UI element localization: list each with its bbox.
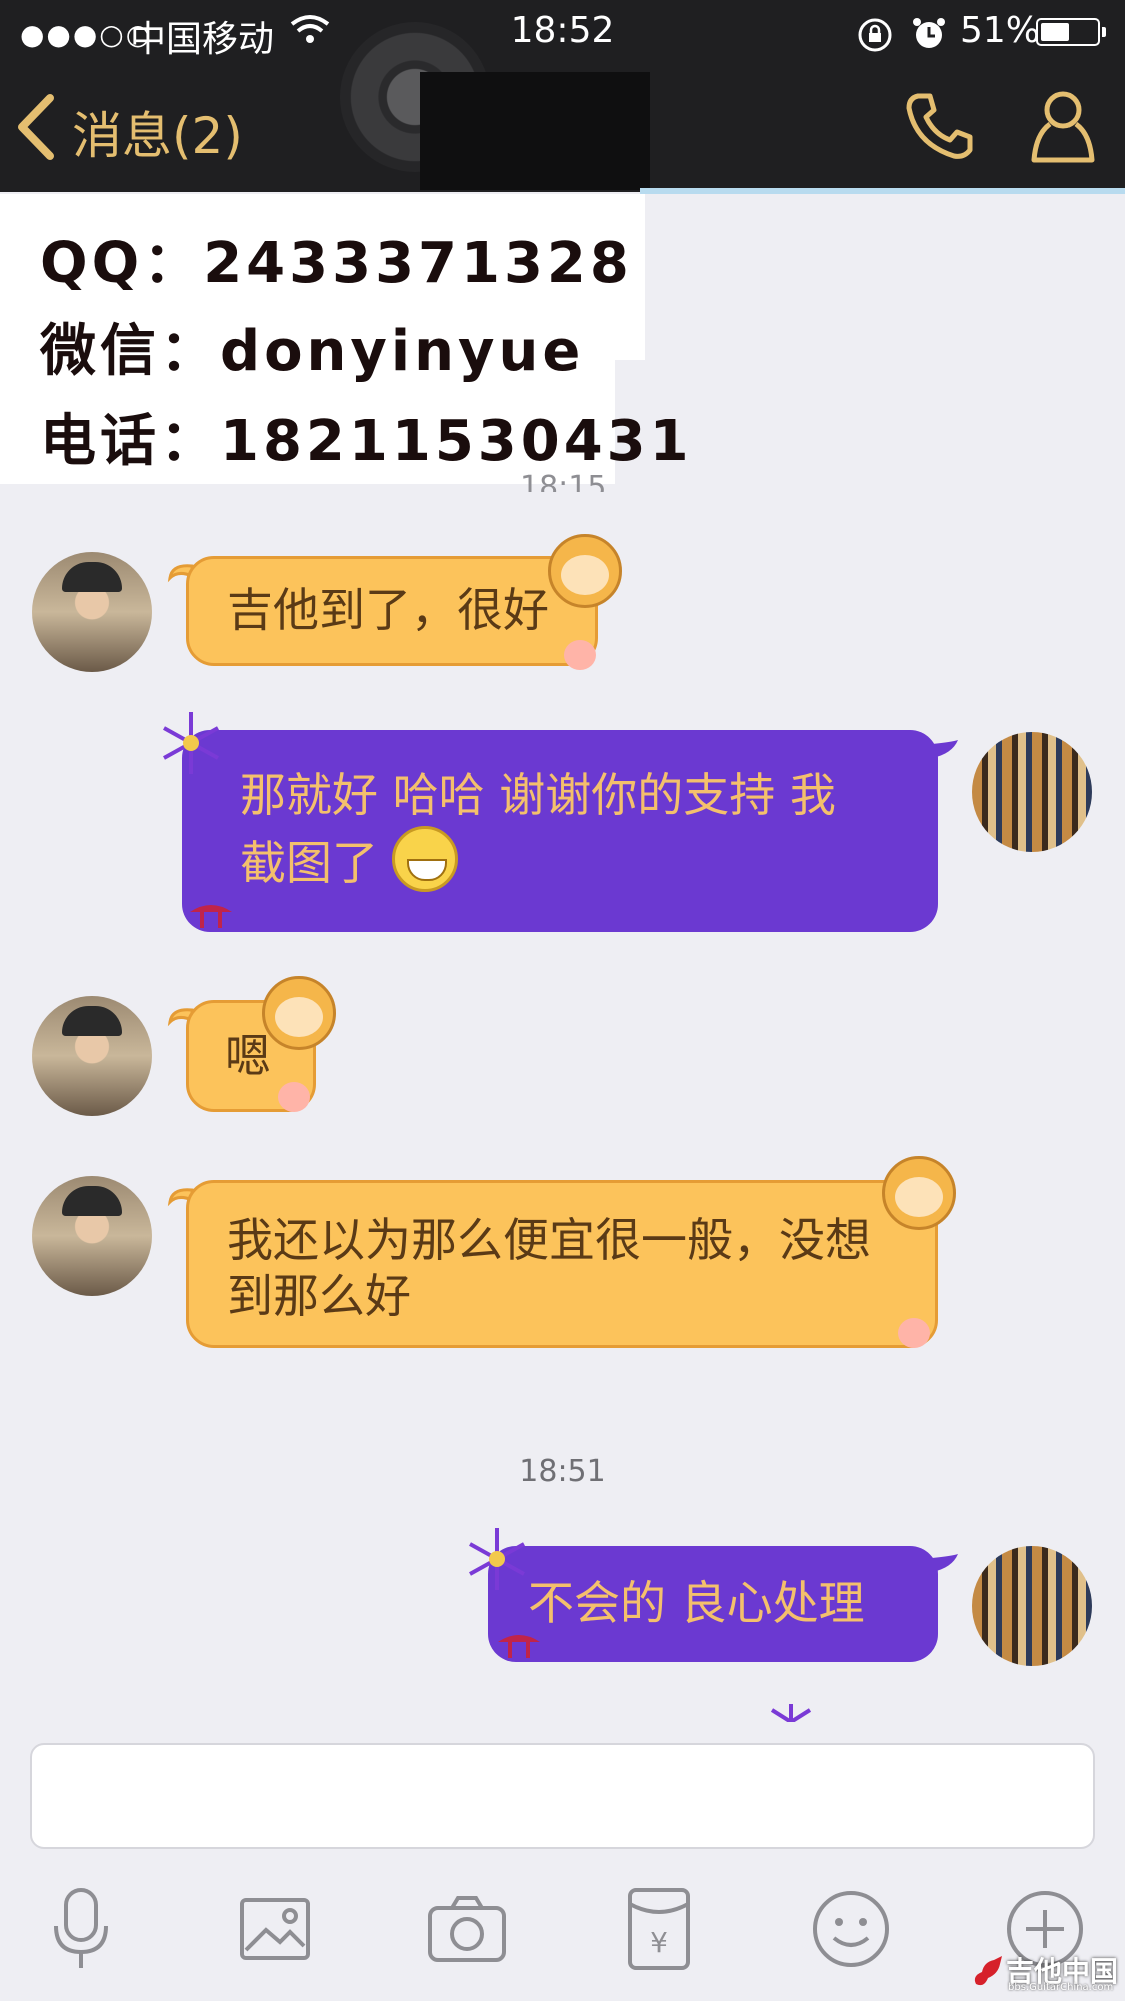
progress-strip [640,188,1125,194]
message-text: 我还以为那么便宜很一般，没想 [227,1213,871,1267]
battery-level-fill [1041,23,1069,41]
image-icon[interactable] [232,1886,318,1972]
watermark-guitar-icon [974,1956,1002,1986]
my-avatar[interactable] [972,732,1092,852]
peach-icon [564,640,596,670]
message-text: 截图了 [240,836,378,890]
watermark: 吉他中国 bbs.GuitarChina.com [970,1950,1120,1996]
redacted-name-box [420,72,650,190]
pagoda-icon [190,905,232,928]
message-text: 吉他到了，很好 [227,583,549,637]
profile-icon[interactable] [1030,88,1096,168]
contact-avatar[interactable] [32,996,152,1116]
contact-wechat: 微信：donyinyue [40,319,585,384]
watermark-subtext: bbs.GuitarChina.com [1008,1982,1114,1993]
grin-emoji-icon [392,826,458,892]
pagoda-icon [498,1635,540,1658]
contact-avatar[interactable] [32,1176,152,1296]
status-time: 18:52 [510,10,615,51]
firework-icon [469,1528,525,1590]
message-bubble[interactable]: 我还以为那么便宜很一般，没想 到那么好 [186,1180,938,1348]
my-avatar[interactable] [972,1546,1092,1666]
message-text: 不会的 良心处理 [528,1576,865,1630]
message-bubble[interactable]: 不会的 良心处理 [488,1546,938,1662]
contact-qq: QQ：2433371328 [40,231,633,296]
peach-icon [278,1082,310,1112]
message-text: 到那么好 [227,1269,411,1323]
red-packet-icon[interactable]: ¥ [616,1886,702,1972]
battery-percent: 51% [960,10,1041,51]
monkey-sticker-icon [262,976,336,1050]
firework-icon [163,712,219,774]
monkey-sticker-icon [882,1156,956,1230]
back-button-label[interactable]: 消息(2) [72,96,243,168]
message-text: 那就好 哈哈 谢谢你的支持 我 [240,768,836,822]
phone-icon[interactable] [904,90,974,166]
message-bubble[interactable]: 那就好 哈哈 谢谢你的支持 我 截图了 [182,730,938,932]
message-input[interactable] [30,1743,1095,1849]
chat-timestamp: 18:51 [519,1454,606,1489]
battery-cap [1102,27,1106,37]
message-bubble[interactable]: 吉他到了，很好 [186,556,598,666]
bubble-tail [932,1554,958,1572]
microphone-icon[interactable] [38,1886,124,1972]
rotation-lock-icon [856,16,894,63]
contact-phone: 电话：18211530431 [40,409,693,474]
partial-timestamp: 18:15 [520,470,607,492]
monkey-sticker-icon [548,534,622,608]
firework-icon-partial [770,1704,812,1722]
svg-text:¥: ¥ [650,1926,668,1959]
camera-icon[interactable] [424,1886,510,1972]
back-chevron-icon[interactable] [14,92,58,166]
contact-avatar[interactable] [32,552,152,672]
emoji-icon[interactable] [808,1886,894,1972]
message-text: 嗯 [225,1029,271,1083]
battery-icon [1036,18,1100,46]
bubble-tail [932,740,958,758]
peach-icon [898,1318,930,1348]
status-bar: ●●●○○ 中国移动 18:52 51% [0,0,1125,62]
alarm-icon [910,14,948,61]
